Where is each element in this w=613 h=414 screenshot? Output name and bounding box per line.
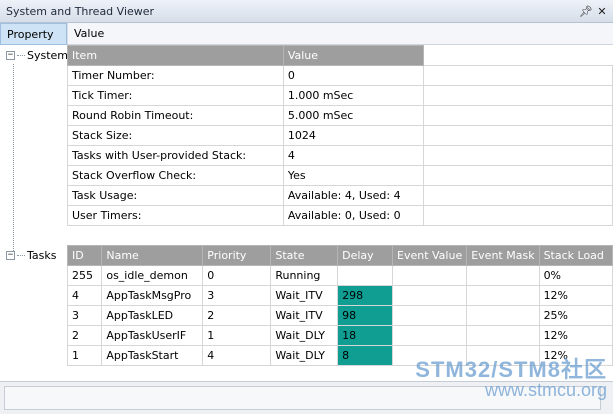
window-title: System and Thread Viewer: [6, 4, 155, 18]
table-row[interactable]: Timer Number: 0: [67, 65, 613, 86]
task-id: 1: [66, 345, 103, 366]
table-row[interactable]: Task Usage: Available: 4, Used: 4: [67, 185, 613, 206]
task-stack-load: 25%: [538, 305, 613, 326]
column-header-stack-load[interactable]: Stack Load: [538, 245, 613, 266]
tasks-table: ID Name Priority State Delay Event Value…: [66, 245, 613, 366]
task-stack-load: 12%: [538, 325, 613, 346]
task-priority: 4: [202, 345, 272, 366]
task-priority: 2: [202, 305, 272, 326]
task-event-value: [391, 265, 468, 286]
column-header-priority[interactable]: Priority: [202, 245, 272, 266]
task-event-mask: [466, 285, 540, 306]
task-event-mask: [466, 325, 540, 346]
table-row[interactable]: 2 AppTaskUserIF 1 Wait_DLY 18 12%: [66, 325, 613, 346]
table-row[interactable]: 255 os_idle_demon 0 Running 0%: [66, 265, 613, 286]
tree-connector: [17, 55, 25, 56]
table-row[interactable]: Tasks with User-provided Stack: 4: [67, 145, 613, 166]
table-row[interactable]: Round Robin Timeout: 5.000 mSec: [67, 105, 613, 126]
tree-connector: [17, 255, 25, 256]
column-header-state[interactable]: State: [270, 245, 339, 266]
property-value: 0: [282, 65, 424, 86]
property-name: User Timers:: [67, 205, 284, 226]
column-header-value[interactable]: Value: [282, 45, 424, 66]
property-column-header[interactable]: Property: [0, 23, 67, 45]
task-name: AppTaskStart: [101, 345, 204, 366]
task-state: Wait_DLY: [270, 345, 339, 366]
task-name: AppTaskMsgPro: [101, 285, 204, 306]
property-name: Task Usage:: [67, 185, 284, 206]
task-event-mask: [466, 305, 540, 326]
task-delay: 18: [337, 325, 393, 346]
tree-label-tasks: Tasks: [27, 249, 57, 262]
system-properties-table: Item Value Timer Number: 0 Tick Timer: 1.0…: [67, 45, 613, 226]
property-tree: − System − Tasks: [0, 45, 68, 381]
task-id: 4: [66, 285, 103, 306]
tree-node-system[interactable]: − System: [6, 49, 68, 62]
task-stack-load: 0%: [538, 265, 613, 286]
close-icon[interactable]: ✕: [595, 4, 609, 18]
task-state: Wait_DLY: [270, 325, 339, 346]
property-name: Tasks with User-provided Stack:: [67, 145, 284, 166]
column-header-row: Property Value: [0, 23, 613, 45]
task-id: 2: [66, 325, 103, 346]
task-name: AppTaskLED: [101, 305, 204, 326]
table-row[interactable]: Stack Size: 1024: [67, 125, 613, 146]
task-delay: 8: [337, 345, 393, 366]
property-value: 1024: [282, 125, 424, 146]
property-name: Round Robin Timeout:: [67, 105, 284, 126]
table-row[interactable]: Stack Overflow Check: Yes: [67, 165, 613, 186]
task-delay: 98: [337, 305, 393, 326]
task-state: Running: [270, 265, 339, 286]
property-name: Timer Number:: [67, 65, 284, 86]
table-row[interactable]: 3 AppTaskLED 2 Wait_ITV 98 25%: [66, 305, 613, 326]
collapse-icon[interactable]: −: [6, 51, 15, 60]
property-value: Available: 4, Used: 4: [282, 185, 424, 206]
task-stack-load: 12%: [538, 285, 613, 306]
table-row[interactable]: 4 AppTaskMsgPro 3 Wait_ITV 298 12%: [66, 285, 613, 306]
tree-label-system: System: [27, 49, 69, 62]
task-event-value: [391, 305, 468, 326]
task-priority: 1: [202, 325, 272, 346]
property-value: 5.000 mSec: [282, 105, 424, 126]
task-event-value: [391, 285, 468, 306]
value-column-header[interactable]: Value: [67, 23, 613, 44]
table-row[interactable]: User Timers: Available: 0, Used: 0: [67, 205, 613, 226]
column-header-delay[interactable]: Delay: [337, 245, 393, 266]
pin-icon[interactable]: 📌︎: [579, 4, 593, 18]
window-titlebar: System and Thread Viewer 📌︎ ✕: [0, 0, 613, 23]
tree-vertical-line: [13, 64, 14, 251]
tree-node-tasks[interactable]: − Tasks: [6, 249, 56, 262]
task-id: 3: [66, 305, 103, 326]
task-state: Wait_ITV: [270, 285, 339, 306]
property-value: 4: [282, 145, 424, 166]
table-header-row: Item Value: [67, 45, 613, 66]
property-value: 1.000 mSec: [282, 85, 424, 106]
collapse-icon[interactable]: −: [6, 251, 15, 260]
table-row[interactable]: Tick Timer: 1.000 mSec: [67, 85, 613, 106]
task-delay: 298: [337, 285, 393, 306]
task-name: os_idle_demon: [101, 265, 204, 286]
property-name: Tick Timer:: [67, 85, 284, 106]
task-priority: 3: [202, 285, 272, 306]
property-name: Stack Size:: [67, 125, 284, 146]
task-event-value: [391, 325, 468, 346]
column-header-event-mask[interactable]: Event Mask: [466, 245, 540, 266]
column-header-name[interactable]: Name: [101, 245, 204, 266]
property-value: Yes: [282, 165, 424, 186]
task-state: Wait_ITV: [270, 305, 339, 326]
task-priority: 0: [202, 265, 272, 286]
column-header-id[interactable]: ID: [66, 245, 103, 266]
column-header-event-value[interactable]: Event Value: [391, 245, 468, 266]
task-delay: [337, 265, 393, 286]
separator-row: [67, 225, 613, 245]
property-value: Available: 0, Used: 0: [282, 205, 424, 226]
task-id: 255: [66, 265, 103, 286]
watermark: STM32/STM8社区 www.stmcu.org: [415, 352, 607, 401]
column-header-item[interactable]: Item: [67, 45, 284, 66]
task-event-mask: [466, 265, 540, 286]
property-name: Stack Overflow Check:: [67, 165, 284, 186]
task-name: AppTaskUserIF: [101, 325, 204, 346]
table-header-row: ID Name Priority State Delay Event Value…: [66, 245, 613, 266]
